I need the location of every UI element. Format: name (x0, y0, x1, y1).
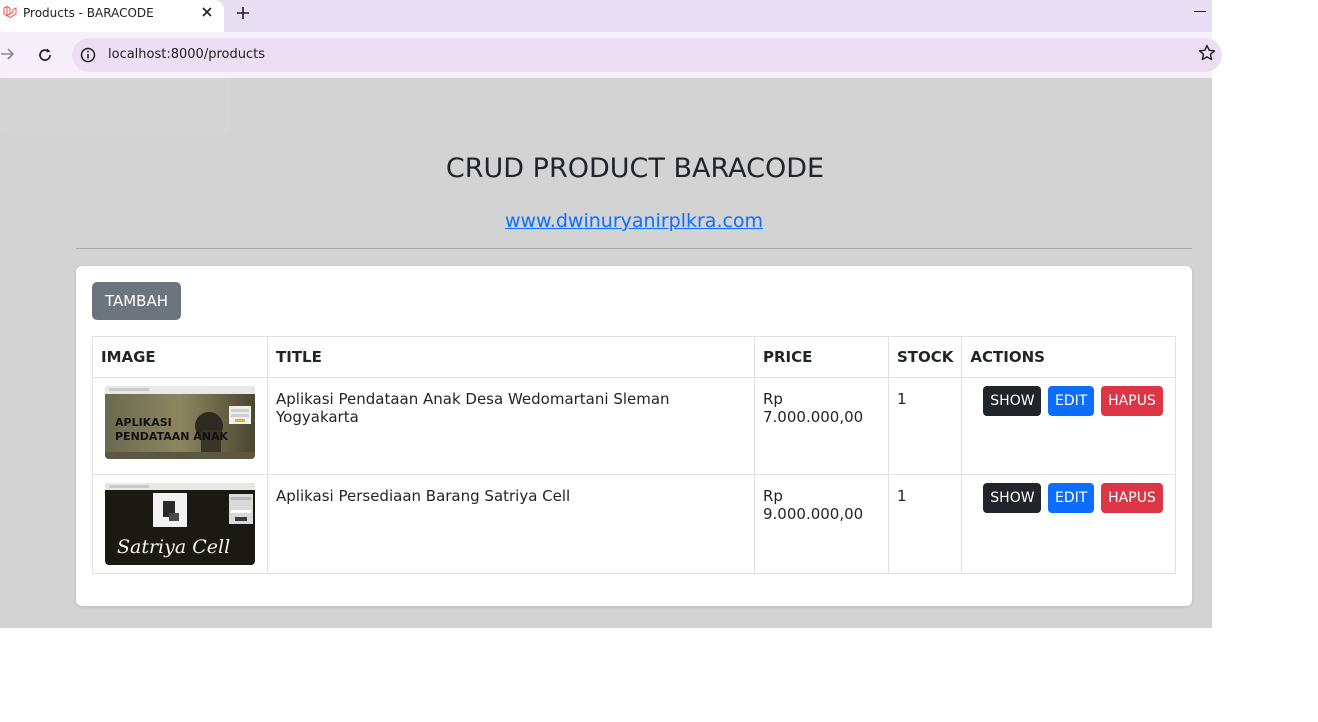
image-cell: APLIKASI PENDATAAN ANAK (92, 377, 268, 475)
image-cell: Satriya Cell (92, 474, 268, 574)
svg-text:APLIKASI: APLIKASI (115, 416, 172, 429)
browser-window: Products - BARACODE localhost:8000/produ… (0, 0, 1222, 628)
product-thumbnail[interactable]: APLIKASI PENDATAAN ANAK (105, 386, 255, 459)
edit-button[interactable]: EDIT (1048, 386, 1095, 416)
price-cell: Rp 9.000.000,00 (754, 474, 889, 574)
delete-button[interactable]: HAPUS (1100, 386, 1163, 416)
plus-icon[interactable] (234, 3, 252, 23)
svg-text:PENDATAAN ANAK: PENDATAAN ANAK (115, 430, 229, 443)
star-icon[interactable] (1198, 44, 1216, 62)
delete-button[interactable]: HAPUS (1100, 483, 1163, 513)
website-link[interactable]: www.dwinuryanirplkra.com (505, 210, 763, 232)
header-title: TITLE (267, 336, 755, 378)
close-icon[interactable] (199, 4, 215, 20)
table-row: APLIKASI PENDATAAN ANAK Aplikasi Pendata… (92, 377, 1176, 475)
browser-toolbar: localhost:8000/products (0, 32, 1222, 78)
actions-cell: SHOW EDIT HAPUS (961, 377, 1176, 475)
faded-popup (0, 76, 230, 134)
price-cell: Rp 7.000.000,00 (754, 377, 889, 475)
product-thumbnail[interactable]: Satriya Cell (105, 483, 255, 565)
header-actions: ACTIONS (961, 336, 1176, 378)
add-product-button[interactable]: TAMBAH (92, 282, 181, 320)
title-cell: Aplikasi Persediaan Barang Satriya Cell (267, 474, 755, 574)
website-link-wrap: www.dwinuryanirplkra.com (0, 210, 1268, 232)
products-card: TAMBAH IMAGE TITLE PRICE STOCK ACTIONS A… (76, 266, 1192, 606)
table-header-row: IMAGE TITLE PRICE STOCK ACTIONS (92, 336, 1176, 378)
divider (76, 248, 1192, 249)
minimize-icon[interactable] (1194, 11, 1206, 12)
page-title: CRUD PRODUCT BARACODE (445, 153, 825, 184)
url-text: localhost:8000/products (108, 47, 265, 62)
browser-tab[interactable]: Products - BARACODE (0, 0, 224, 32)
laravel-favicon-icon (3, 5, 17, 19)
actions-cell: SHOW EDIT HAPUS (961, 474, 1176, 574)
header-image: IMAGE (92, 336, 268, 378)
tab-title: Products - BARACODE (23, 6, 154, 20)
svg-text:Satriya Cell: Satriya Cell (117, 536, 230, 558)
reload-icon[interactable] (37, 47, 53, 63)
forward-icon[interactable] (0, 46, 16, 62)
table-row: Satriya Cell Aplikasi Persediaan Barang … (92, 474, 1176, 574)
stock-cell: 1 (887, 377, 963, 475)
show-button[interactable]: SHOW (983, 483, 1042, 513)
show-button[interactable]: SHOW (983, 386, 1042, 416)
header-stock: STOCK (887, 336, 963, 378)
tab-strip: Products - BARACODE (0, 0, 1212, 32)
site-info-icon[interactable] (80, 47, 96, 63)
address-bar[interactable]: localhost:8000/products (72, 38, 1222, 72)
header-price: PRICE (754, 336, 889, 378)
title-cell: Aplikasi Pendataan Anak Desa Wedomartani… (267, 377, 755, 475)
stock-cell: 1 (887, 474, 963, 574)
products-table: IMAGE TITLE PRICE STOCK ACTIONS APLIKASI… (92, 336, 1176, 574)
edit-button[interactable]: EDIT (1048, 483, 1095, 513)
